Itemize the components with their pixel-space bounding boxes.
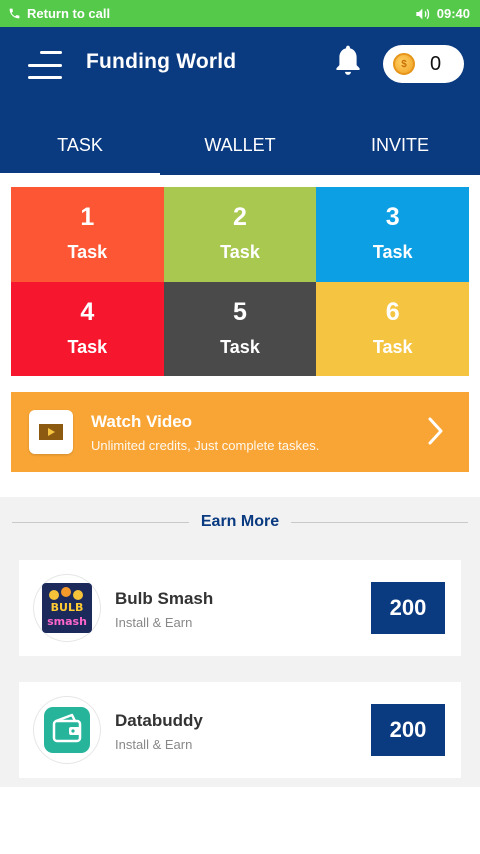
tab-invite[interactable]: INVITE	[320, 133, 480, 175]
tab-wallet[interactable]: WALLET	[160, 133, 320, 175]
coin-balance[interactable]: $ 0	[383, 45, 464, 83]
return-to-call[interactable]: Return to call	[8, 6, 110, 21]
wallet-app-icon	[34, 697, 100, 763]
task-number: 2	[233, 203, 247, 232]
video-subtitle: Unlimited credits, Just complete taskes.	[91, 437, 320, 453]
call-text: Return to call	[27, 6, 111, 21]
app-subtitle: Install & Earn	[115, 737, 193, 752]
play-icon	[48, 428, 55, 436]
app-card-databuddy[interactable]: Databuddy Install & Earn 200	[19, 682, 461, 778]
divider	[12, 521, 189, 523]
task-number: 4	[80, 297, 95, 326]
task-tile-5[interactable]: 5 Task	[163, 281, 317, 376]
task-number: 6	[385, 297, 400, 326]
earn-more-section: Earn More BULB smash Bulb Smash Install …	[0, 497, 480, 787]
task-label: Task	[67, 336, 108, 357]
app-name: Databuddy	[115, 711, 203, 730]
task-label: Task	[372, 336, 413, 357]
tab-bar: TASK WALLET INVITE	[0, 133, 480, 177]
clock: 09:40	[436, 6, 470, 21]
video-title: Watch Video	[91, 411, 193, 431]
task-label: Task	[220, 242, 260, 263]
task-tile-4[interactable]: 4 Task	[11, 281, 164, 376]
chevron-right-icon	[428, 417, 443, 445]
task-label: Task	[67, 242, 108, 263]
app-subtitle: Install & Earn	[115, 615, 193, 630]
app-name: Bulb Smash	[115, 589, 214, 608]
watch-video-banner[interactable]: Watch Video Unlimited credits, Just comp…	[11, 392, 469, 472]
earn-more-title: Earn More	[200, 513, 280, 530]
app-card-bulb-smash[interactable]: BULB smash Bulb Smash Install & Earn 200	[19, 560, 461, 656]
svg-text:smash: smash	[47, 615, 87, 628]
svg-text:BULB: BULB	[51, 601, 84, 614]
task-grid: 1 Task 2 Task 3 Task 4 Task 5 Task 6 Tas…	[11, 187, 469, 376]
bell-icon[interactable]	[332, 43, 364, 79]
task-label: Task	[372, 242, 413, 263]
task-number: 3	[385, 203, 400, 232]
bulb-smash-app-icon: BULB smash	[34, 575, 100, 641]
task-tile-1[interactable]: 1 Task	[11, 187, 164, 282]
status-bar: Return to call 09:40	[0, 0, 480, 27]
menu-icon[interactable]	[28, 51, 62, 79]
reward-button[interactable]: 200	[371, 582, 445, 634]
coin-count: 0	[430, 52, 442, 75]
video-thumbnail-icon	[29, 410, 73, 454]
tab-task[interactable]: TASK	[0, 133, 160, 177]
earn-more-header: Earn More	[12, 511, 468, 533]
phone-icon	[9, 8, 20, 19]
task-number: 5	[233, 297, 247, 326]
app-title: Funding World	[86, 50, 237, 73]
coin-icon: $	[393, 53, 415, 75]
task-number: 1	[80, 203, 95, 232]
task-label: Task	[220, 336, 260, 357]
divider	[291, 521, 468, 523]
speaker-icon	[416, 8, 429, 19]
reward-button[interactable]: 200	[371, 704, 445, 756]
task-tile-2[interactable]: 2 Task	[163, 187, 317, 282]
app-bar: Funding World $ 0 TASK WALLET INVITE	[0, 27, 480, 177]
task-tile-3[interactable]: 3 Task	[316, 187, 469, 282]
task-tile-6[interactable]: 6 Task	[316, 281, 469, 376]
